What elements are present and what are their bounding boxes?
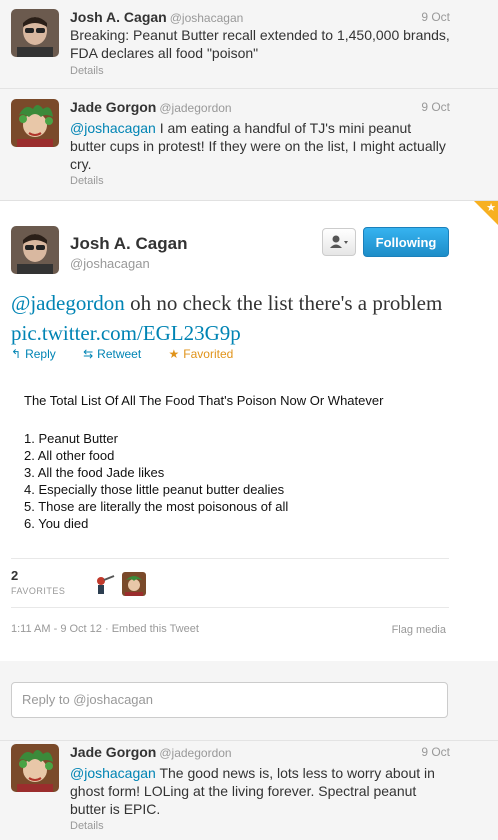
tweet-text: @joshacagan I am eating a handful of TJ'… [70, 120, 446, 172]
flag-media-link[interactable]: Flag media [392, 624, 446, 636]
tweet-text: @jadegordon oh no check the list there's… [11, 291, 443, 345]
details-link[interactable]: Details [70, 65, 104, 77]
media-link[interactable]: pic.twitter.com/EGL23G9p [11, 321, 241, 345]
embed-link[interactable]: Embed this Tweet [112, 623, 199, 635]
tweet-time[interactable]: 9 Oct [421, 10, 450, 24]
retweet-action[interactable]: ⇆ Retweet [83, 347, 153, 361]
author-handle[interactable]: @jadegordon [159, 746, 231, 760]
reply-input[interactable]: Reply to @joshacagan [11, 682, 448, 718]
timestamp-link[interactable]: 1:11 AM - 9 Oct 12 [11, 623, 102, 635]
author-name[interactable]: Josh A. Cagan [70, 234, 187, 254]
author-handle[interactable]: @jadegordon [159, 101, 231, 115]
author-handle[interactable]: @joshacagan [170, 11, 244, 25]
mention-link[interactable]: @joshacagan [70, 765, 156, 781]
tweet-2[interactable]: Jade Gorgon @jadegordon 9 Oct @joshacagan… [0, 89, 498, 199]
tweet-meta: 1:11 AM - 9 Oct 12 · Embed this Tweet [11, 623, 199, 635]
favorites-label[interactable]: FAVORITES [11, 586, 65, 596]
divider [11, 607, 449, 608]
avatar[interactable] [11, 744, 59, 792]
author-name[interactable]: Jade Gorgon @jadegordon [70, 744, 232, 760]
focused-tweet: ★ Josh A. Cagan @joshacagan Following @j… [0, 200, 498, 661]
avatar[interactable] [122, 572, 146, 596]
media-list: 1. Peanut Butter 2. All other food 3. Al… [24, 430, 288, 532]
media-title: The Total List Of All The Food That's Po… [24, 393, 384, 408]
avatar[interactable] [11, 99, 59, 147]
following-button[interactable]: Following [363, 227, 449, 257]
user-dropdown-icon [330, 235, 348, 248]
reply-icon: ↰ [11, 347, 22, 361]
star-icon: ★ [168, 347, 180, 361]
list-item: 4. Especially those little peanut butter… [24, 482, 285, 497]
tweet-reply[interactable]: Jade Gorgon @jadegordon 9 Oct @joshacagan… [0, 741, 498, 840]
divider [11, 558, 449, 559]
list-item: 6. You died [24, 516, 89, 531]
mention-link[interactable]: @joshacagan [70, 120, 156, 136]
favorites-count[interactable]: 2 [11, 568, 18, 583]
favorite-action[interactable]: ★ Favorited [169, 347, 246, 361]
details-link[interactable]: Details [70, 820, 104, 832]
media-image[interactable]: The Total List Of All The Food That's Po… [11, 376, 451, 546]
author-name[interactable]: Josh A. Cagan @joshacagan [70, 9, 243, 25]
list-item: 3. All the food Jade likes [24, 465, 165, 480]
author-handle[interactable]: @joshacagan [70, 256, 150, 271]
tweet-time[interactable]: 9 Oct [421, 100, 450, 114]
reply-area: Reply to @joshacagan [0, 661, 498, 740]
tweet-text: Breaking: Peanut Butter recall extended … [70, 27, 450, 61]
tweet-time[interactable]: 9 Oct [421, 745, 450, 759]
list-item: 5. Those are literally the most poisonou… [24, 499, 289, 514]
tweet-text: @joshacagan The good news is, lots less … [70, 765, 435, 817]
retweet-icon: ⇆ [83, 347, 94, 361]
list-item: 2. All other food [24, 448, 115, 463]
details-link[interactable]: Details [70, 175, 104, 187]
author-name[interactable]: Jade Gorgon @jadegordon [70, 99, 232, 115]
avatar[interactable] [11, 226, 59, 274]
avatar[interactable] [11, 9, 59, 57]
tweet-actions: ↰ Reply ⇆ Retweet ★ Favorited [11, 347, 257, 361]
star-icon: ★ [486, 202, 496, 214]
tweet-1[interactable]: Josh A. Cagan @joshacagan 9 Oct Breaking:… [0, 0, 498, 88]
avatar[interactable] [92, 572, 116, 596]
list-item: 1. Peanut Butter [24, 431, 118, 446]
user-actions-button[interactable] [322, 228, 356, 256]
mention-link[interactable]: @jadegordon [11, 291, 125, 315]
reply-action[interactable]: ↰ Reply [11, 347, 68, 361]
